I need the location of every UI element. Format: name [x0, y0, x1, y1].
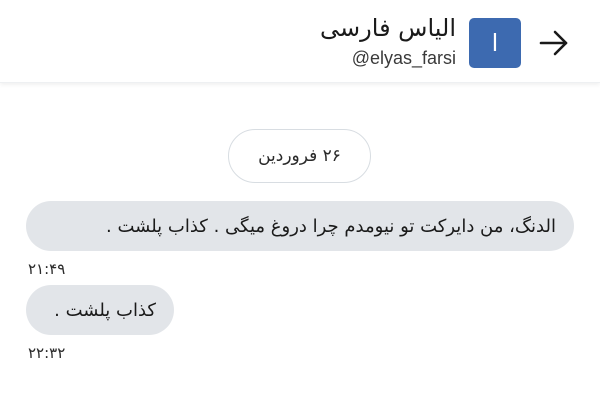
avatar-letter: ا: [491, 29, 499, 57]
chat-screen: ا الیاس فارسی @elyas_farsi ۲۶ فروردین ال…: [0, 0, 600, 409]
message-text: کذاب پلشت .: [54, 299, 156, 321]
avatar[interactable]: ا: [469, 18, 521, 68]
message-bubble[interactable]: کذاب پلشت .: [26, 285, 174, 335]
chat-header: ا الیاس فارسی @elyas_farsi: [0, 0, 600, 83]
date-separator: ۲۶ فروردین: [228, 129, 371, 183]
contact-handle: @elyas_farsi: [351, 48, 456, 68]
message-time: ۲۱:۴۹: [28, 260, 66, 278]
message-time: ۲۲:۳۲: [28, 344, 66, 362]
contact-name[interactable]: الیاس فارسی: [320, 14, 456, 42]
back-button[interactable]: [534, 23, 574, 63]
message-bubble[interactable]: الدنگ، من دایرکت تو نیومدم چرا دروغ میگی…: [26, 201, 574, 251]
message-text: الدنگ، من دایرکت تو نیومدم چرا دروغ میگی…: [106, 215, 556, 237]
arrow-right-icon: [539, 30, 568, 56]
